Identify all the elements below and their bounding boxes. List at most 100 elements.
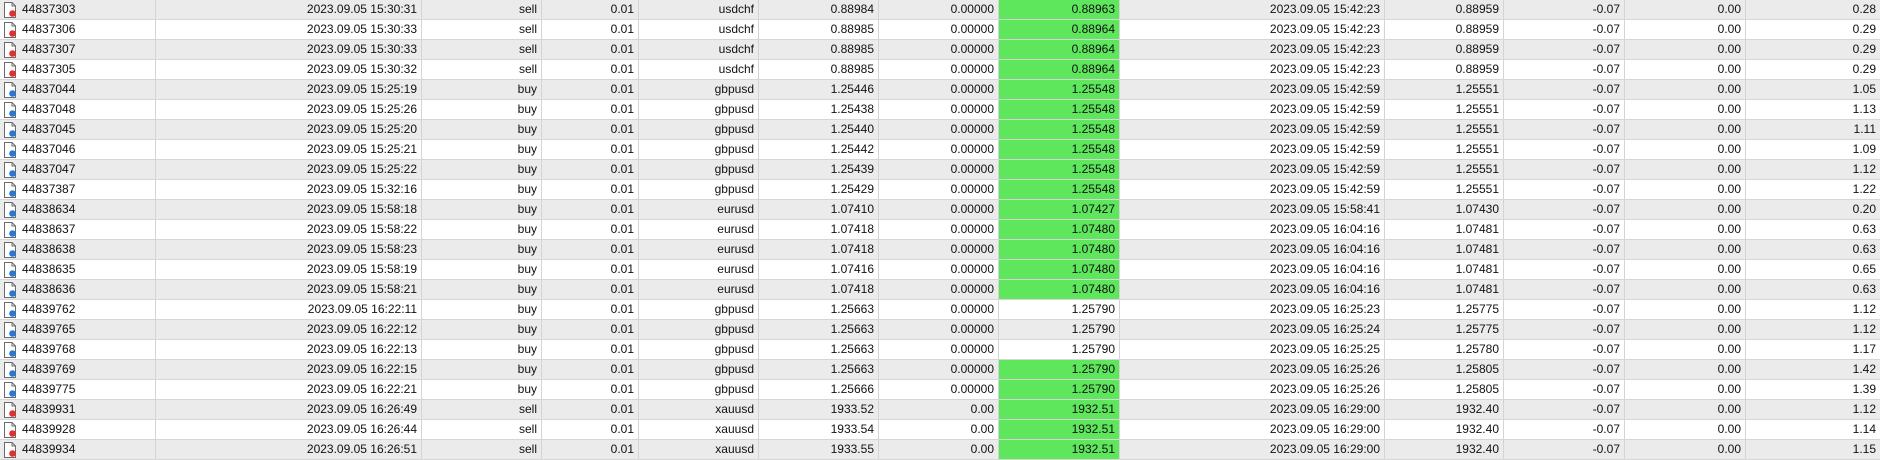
profit-cell: 1.05 xyxy=(1852,82,1876,96)
order-sell-icon xyxy=(4,2,16,18)
open-price-cell: 0.88985 xyxy=(759,20,879,39)
take-profit-cell: 1.25790 xyxy=(999,320,1120,339)
symbol-cell: usdchf xyxy=(639,0,759,19)
close-price-cell: 1.25551 xyxy=(1385,160,1504,179)
table-row[interactable]: 44839762 2023.09.05 16:22:11 buy 0.01 gbpusd… xyxy=(0,300,1880,320)
open-time-cell: 2023.09.05 15:30:33 xyxy=(156,20,422,39)
take-profit-cell: 1.07480 xyxy=(999,220,1120,239)
open-time-cell: 2023.09.05 15:30:32 xyxy=(156,60,422,79)
profit-cell: 1.42 xyxy=(1852,362,1876,376)
table-row[interactable]: 44838636 2023.09.05 15:58:21 buy 0.01 eurusd… xyxy=(0,280,1880,300)
table-row[interactable]: 44837306 2023.09.05 15:30:33 sell 0.01 usdch… xyxy=(0,20,1880,40)
ticket-cell: 44839775 xyxy=(20,380,156,399)
open-price-cell: 0.88984 xyxy=(759,0,879,19)
close-price-cell: 1.25551 xyxy=(1385,180,1504,199)
table-row[interactable]: 44839765 2023.09.05 16:22:12 buy 0.01 gbpusd… xyxy=(0,320,1880,340)
table-row[interactable]: 44838634 2023.09.05 15:58:18 buy 0.01 eurusd… xyxy=(0,200,1880,220)
table-row[interactable]: 44837046 2023.09.05 15:25:21 buy 0.01 gbpusd… xyxy=(0,140,1880,160)
table-row[interactable]: 44837045 2023.09.05 15:25:20 buy 0.01 gbpusd… xyxy=(0,120,1880,140)
open-price-cell: 1.25666 xyxy=(759,380,879,399)
profit-cell: 1.12 xyxy=(1852,402,1876,416)
order-buy-icon xyxy=(4,302,16,318)
stop-loss-cell: 0.00000 xyxy=(879,20,999,39)
row-icon-cell xyxy=(0,240,20,259)
type-cell: buy xyxy=(422,360,542,379)
table-row[interactable]: 44839928 2023.09.05 16:26:44 sell 0.01 xauus… xyxy=(0,420,1880,440)
open-price-cell: 1.25440 xyxy=(759,120,879,139)
stop-loss-cell: 0.00000 xyxy=(879,240,999,259)
open-price-cell: 1.25663 xyxy=(759,320,879,339)
open-price-cell: 1.07410 xyxy=(759,200,879,219)
commission-cell: 0.00 xyxy=(1625,260,1746,279)
swap-cell: -0.07 xyxy=(1504,440,1625,459)
table-row[interactable]: 44838637 2023.09.05 15:58:22 buy 0.01 eurusd… xyxy=(0,220,1880,240)
symbol-cell: eurusd xyxy=(639,220,759,239)
swap-cell: -0.07 xyxy=(1504,360,1625,379)
table-row[interactable]: 44837303 2023.09.05 15:30:31 sell 0.01 usdch… xyxy=(0,0,1880,20)
table-row[interactable]: 44837387 2023.09.05 15:32:16 buy 0.01 gbpusd… xyxy=(0,180,1880,200)
symbol-cell: gbpusd xyxy=(639,360,759,379)
order-buy-icon xyxy=(4,362,16,378)
table-row[interactable]: 44839769 2023.09.05 16:22:15 buy 0.01 gbpusd… xyxy=(0,360,1880,380)
ticket-cell: 44839768 xyxy=(20,340,156,359)
open-price-cell: 1.25663 xyxy=(759,340,879,359)
open-time-cell: 2023.09.05 16:26:44 xyxy=(156,420,422,439)
open-time-cell: 2023.09.05 15:30:31 xyxy=(156,0,422,19)
take-profit-cell: 0.88964 xyxy=(999,40,1120,59)
commission-cell: 0.00 xyxy=(1625,160,1746,179)
order-buy-icon xyxy=(4,382,16,398)
commission-cell: 0.00 xyxy=(1625,440,1746,459)
table-row[interactable]: 44837044 2023.09.05 15:25:19 buy 0.01 gbpusd… xyxy=(0,80,1880,100)
symbol-cell: eurusd xyxy=(639,280,759,299)
close-price-cell: 1.25780 xyxy=(1385,340,1504,359)
table-row[interactable]: 44839775 2023.09.05 16:22:21 buy 0.01 gbpusd… xyxy=(0,380,1880,400)
take-profit-cell: 1932.51 xyxy=(999,400,1120,419)
take-profit-cell: 1.25548 xyxy=(999,180,1120,199)
profit-cell: 0.29 xyxy=(1852,42,1876,56)
table-row[interactable]: 44838635 2023.09.05 15:58:19 buy 0.01 eurusd… xyxy=(0,260,1880,280)
table-row[interactable]: 44839934 2023.09.05 16:26:51 sell 0.01 xauus… xyxy=(0,440,1880,460)
row-icon-cell xyxy=(0,420,20,439)
table-row[interactable]: 44837305 2023.09.05 15:30:32 sell 0.01 usdch… xyxy=(0,60,1880,80)
close-price-cell: 1.07481 xyxy=(1385,240,1504,259)
type-cell: sell xyxy=(422,40,542,59)
row-icon-cell xyxy=(0,160,20,179)
table-row[interactable]: 44837048 2023.09.05 15:25:26 buy 0.01 gbpusd… xyxy=(0,100,1880,120)
open-time-cell: 2023.09.05 15:30:33 xyxy=(156,40,422,59)
type-cell: buy xyxy=(422,160,542,179)
table-row[interactable]: 44839931 2023.09.05 16:26:49 sell 0.01 xauus… xyxy=(0,400,1880,420)
stop-loss-cell: 0.00000 xyxy=(879,160,999,179)
order-buy-icon xyxy=(4,202,16,218)
symbol-cell: eurusd xyxy=(639,260,759,279)
close-price-cell: 1.25775 xyxy=(1385,320,1504,339)
table-row[interactable]: 44838638 2023.09.05 15:58:23 buy 0.01 eurusd… xyxy=(0,240,1880,260)
close-time-cell: 2023.09.05 15:42:23 xyxy=(1120,60,1385,79)
type-cell: buy xyxy=(422,180,542,199)
take-profit-cell: 1932.51 xyxy=(999,420,1120,439)
open-price-cell: 1.07416 xyxy=(759,260,879,279)
ticket-cell: 44838636 xyxy=(20,280,156,299)
table-row[interactable]: 44839768 2023.09.05 16:22:13 buy 0.01 gbpusd… xyxy=(0,340,1880,360)
close-price-cell: 0.88959 xyxy=(1385,40,1504,59)
profit-cell: 0.29 xyxy=(1852,62,1876,76)
stop-loss-cell: 0.00000 xyxy=(879,320,999,339)
type-cell: sell xyxy=(422,420,542,439)
volume-cell: 0.01 xyxy=(542,220,639,239)
table-row[interactable]: 44837047 2023.09.05 15:25:22 buy 0.01 gbpusd… xyxy=(0,160,1880,180)
stop-loss-cell: 0.00 xyxy=(879,400,999,419)
swap-cell: -0.07 xyxy=(1504,180,1625,199)
close-time-cell: 2023.09.05 15:42:23 xyxy=(1120,0,1385,19)
close-time-cell: 2023.09.05 16:25:26 xyxy=(1120,360,1385,379)
close-time-cell: 2023.09.05 15:42:59 xyxy=(1120,180,1385,199)
order-buy-icon xyxy=(4,162,16,178)
table-row[interactable]: 44837307 2023.09.05 15:30:33 sell 0.01 usdch… xyxy=(0,40,1880,60)
close-time-cell: 2023.09.05 16:29:00 xyxy=(1120,440,1385,459)
type-cell: buy xyxy=(422,240,542,259)
open-time-cell: 2023.09.05 15:25:26 xyxy=(156,100,422,119)
open-price-cell: 1.07418 xyxy=(759,220,879,239)
order-buy-icon xyxy=(4,102,16,118)
swap-cell: -0.07 xyxy=(1504,320,1625,339)
symbol-cell: gbpusd xyxy=(639,340,759,359)
type-cell: buy xyxy=(422,120,542,139)
symbol-cell: usdchf xyxy=(639,40,759,59)
